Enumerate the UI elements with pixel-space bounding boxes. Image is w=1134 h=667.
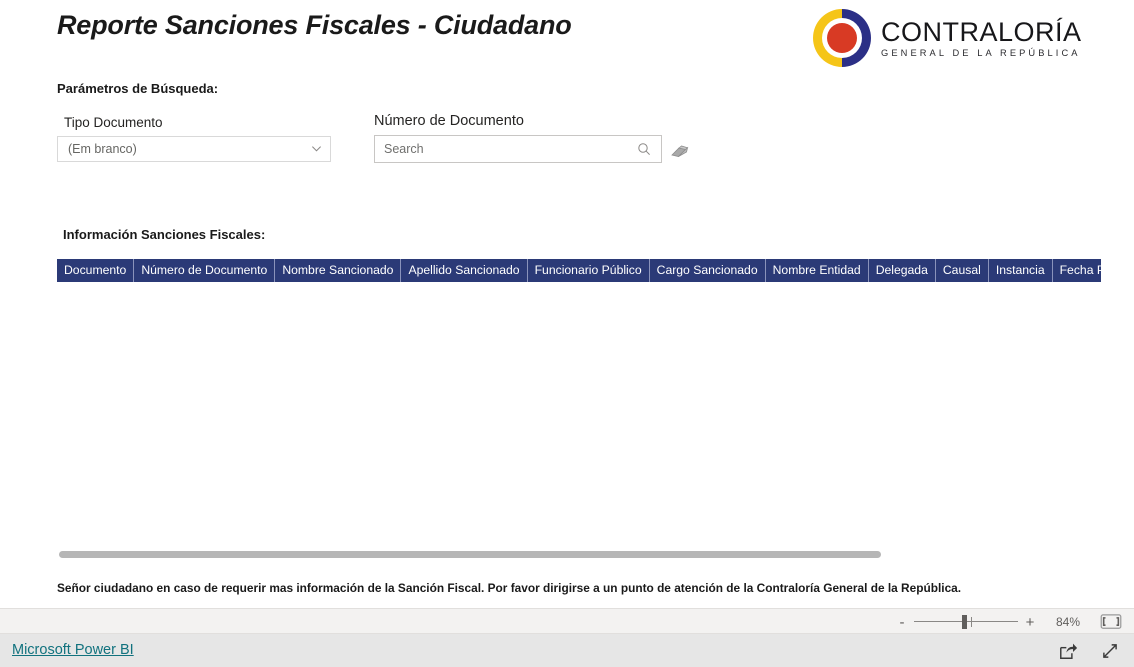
logo-name: CONTRALORÍA: [881, 17, 1082, 47]
numero-documento-search-box[interactable]: [374, 135, 662, 163]
zoom-out-button[interactable]: -: [894, 612, 910, 632]
table-column-header[interactable]: Número de Documento: [133, 259, 276, 282]
zoom-slider[interactable]: [914, 612, 1018, 632]
eraser-icon: [671, 145, 689, 157]
slicer-tipo-documento-label: Tipo Documento: [64, 115, 163, 130]
contraloria-logo: CONTRALORÍA GENERAL DE LA REPÚBLICA: [811, 7, 1082, 69]
table-column-header[interactable]: Cargo Sancionado: [649, 259, 766, 282]
footer-bar: Microsoft Power BI: [0, 634, 1134, 667]
contraloria-ring-icon: [813, 9, 871, 67]
table-column-header[interactable]: Fecha Providencia: [1052, 259, 1101, 282]
clear-filters-button[interactable]: [669, 144, 689, 162]
zoom-controls: - + 84%: [894, 609, 1122, 635]
fit-to-screen-icon: [1100, 614, 1122, 630]
fullscreen-button[interactable]: [1100, 641, 1120, 661]
table-column-header[interactable]: Apellido Sancionado: [400, 259, 528, 282]
logo-subtitle: GENERAL DE LA REPÚBLICA: [881, 48, 1081, 58]
sanciones-table: Documento Número de Documento Nombre Sanci…: [57, 259, 1101, 282]
table-column-header[interactable]: Documento: [57, 259, 135, 282]
zoom-toolbar: - + 84%: [0, 608, 1134, 634]
table-heading: Información Sanciones Fiscales:: [63, 227, 266, 242]
fullscreen-expand-icon: [1103, 643, 1117, 658]
table-column-header[interactable]: Nombre Sancionado: [274, 259, 402, 282]
logo-wordmark: CONTRALORÍA GENERAL DE LA REPÚBLICA: [881, 17, 1082, 59]
share-button[interactable]: [1058, 641, 1078, 661]
share-icon: [1060, 643, 1078, 659]
sanciones-table-container: Documento Número de Documento Nombre Sanci…: [57, 259, 1101, 549]
table-column-header[interactable]: Nombre Entidad: [765, 259, 869, 282]
table-horizontal-scrollbar[interactable]: [57, 549, 1101, 559]
microsoft-power-bi-link[interactable]: Microsoft Power BI: [12, 642, 134, 658]
table-column-header[interactable]: Funcionario Público: [527, 259, 650, 282]
page-title: Reporte Sanciones Fiscales - Ciudadano: [57, 10, 572, 40]
fit-to-screen-button[interactable]: [1100, 612, 1122, 632]
table-horizontal-scrollbar-thumb[interactable]: [59, 551, 881, 558]
report-canvas: Reporte Sanciones Fiscales - Ciudadano C…: [0, 0, 1134, 608]
slicer-tipo-documento-dropdown[interactable]: (Em branco): [57, 136, 331, 162]
footer-actions: [1058, 634, 1120, 667]
table-column-header[interactable]: Delegada: [868, 259, 936, 282]
table-header-row: Documento Número de Documento Nombre Sanci…: [57, 259, 1101, 282]
slicer-numero-documento-label: Número de Documento: [374, 113, 524, 129]
slicer-tipo-documento-value: (Em branco): [68, 142, 137, 156]
chevron-down-icon: [312, 146, 321, 152]
report-footnote: Señor ciudadano en caso de requerir mas …: [57, 581, 962, 595]
search-parameters-heading: Parámetros de Búsqueda:: [57, 81, 219, 96]
table-column-header[interactable]: Causal: [935, 259, 989, 282]
slicer-numero-documento: Número de Documento: [374, 113, 662, 163]
numero-documento-search-input[interactable]: [375, 137, 616, 161]
table-column-header[interactable]: Instancia: [988, 259, 1053, 282]
zoom-percent-label: 84%: [1055, 615, 1081, 629]
slicer-tipo-documento: Tipo Documento (Em branco): [57, 115, 331, 162]
zoom-slider-thumb[interactable]: [962, 615, 967, 629]
search-icon[interactable]: [637, 142, 651, 156]
zoom-slider-tick: [971, 617, 972, 627]
table-header-row-group: Documento Número de Documento Nombre Sanci…: [57, 259, 1101, 282]
zoom-in-button[interactable]: +: [1022, 612, 1038, 632]
